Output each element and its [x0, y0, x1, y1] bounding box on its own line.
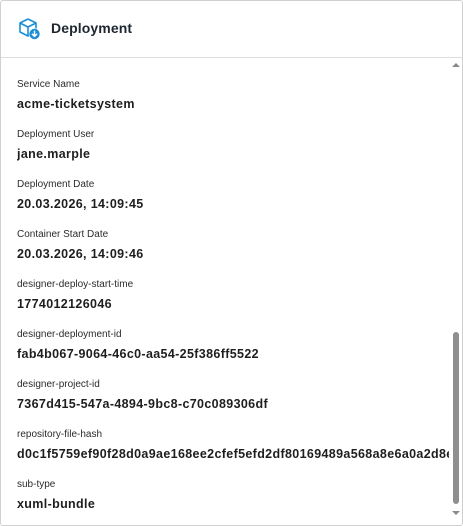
field-sub-type: sub-type xuml-bundle — [17, 479, 449, 511]
scroll-up-arrow-icon[interactable] — [450, 59, 462, 71]
package-deploy-icon — [18, 17, 42, 41]
field-value: d0c1f5759ef90f28d0a9ae168ee2cfef5efd2df8… — [17, 447, 449, 461]
field-service-name: Service Name acme-ticketsystem — [17, 79, 449, 111]
scrollbar-thumb[interactable] — [453, 332, 459, 504]
field-container-start-date: Container Start Date 20.03.2026, 14:09:4… — [17, 229, 449, 261]
vertical-scrollbar[interactable] — [450, 59, 462, 519]
field-designer-project-id: designer-project-id 7367d415-547a-4894-9… — [17, 379, 449, 411]
field-designer-deploy-start-time: designer-deploy-start-time 1774012126046 — [17, 279, 449, 311]
field-label: Service Name — [17, 79, 80, 90]
field-label: designer-deploy-start-time — [17, 279, 134, 290]
details-list: Service Name acme-ticketsystem Deploymen… — [1, 59, 450, 519]
panel-header: Deployment — [1, 1, 462, 58]
field-value: 20.03.2026, 14:09:45 — [17, 197, 144, 211]
field-designer-deployment-id: designer-deployment-id fab4b067-9064-46c… — [17, 329, 449, 361]
field-value: 7367d415-547a-4894-9bc8-c70c089306df — [17, 397, 268, 411]
field-label: Deployment User — [17, 129, 95, 140]
field-repository-file-hash: repository-file-hash d0c1f5759ef90f28d0a… — [17, 429, 449, 461]
field-value: acme-ticketsystem — [17, 97, 135, 111]
field-label: Deployment Date — [17, 179, 95, 190]
field-value: jane.marple — [17, 147, 91, 161]
field-value: fab4b067-9064-46c0-aa54-25f386ff5522 — [17, 347, 259, 361]
field-label: designer-project-id — [17, 379, 100, 390]
field-value: 1774012126046 — [17, 297, 112, 311]
field-label: repository-file-hash — [17, 429, 103, 440]
deployment-panel: Deployment Service Name acme-ticketsyste… — [0, 0, 463, 526]
field-label: Container Start Date — [17, 229, 109, 240]
field-value: xuml-bundle — [17, 497, 96, 511]
field-label: designer-deployment-id — [17, 329, 122, 340]
scroll-down-arrow-icon[interactable] — [450, 507, 462, 519]
panel-title: Deployment — [51, 20, 133, 36]
field-value: 20.03.2026, 14:09:46 — [17, 247, 144, 261]
field-deployment-user: Deployment User jane.marple — [17, 129, 449, 161]
field-deployment-date: Deployment Date 20.03.2026, 14:09:45 — [17, 179, 449, 211]
field-label: sub-type — [17, 479, 56, 490]
